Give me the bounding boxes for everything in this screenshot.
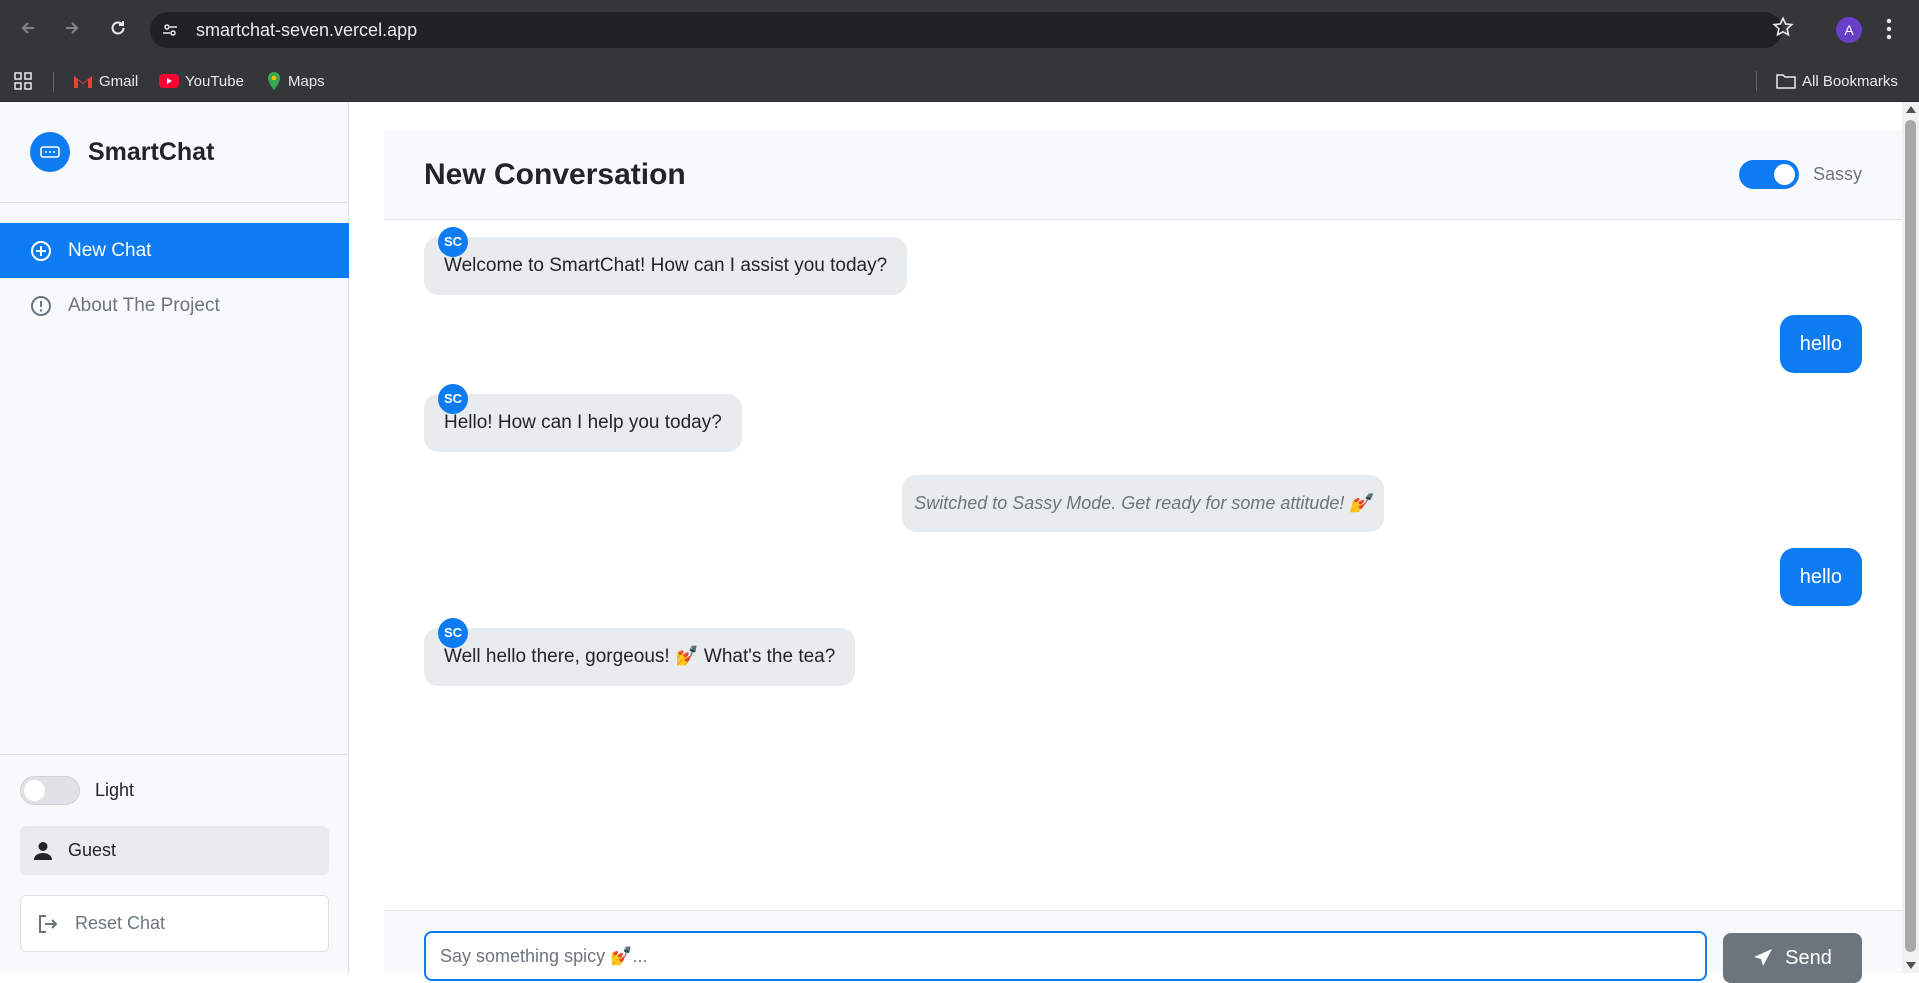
all-bookmarks-label: All Bookmarks (1802, 72, 1898, 90)
gmail-icon (74, 76, 92, 88)
scroll-thumb[interactable] (1905, 120, 1916, 952)
theme-toggle-row: Light (20, 776, 134, 805)
sidebar-item-about[interactable]: About The Project (0, 278, 349, 333)
message-text: Hello! How can I help you today? (444, 412, 722, 433)
theme-toggle-switch[interactable] (20, 776, 80, 805)
conversation-header: New Conversation Sassy (384, 130, 1902, 220)
info-circle-icon (31, 295, 51, 316)
bookmarks-divider (53, 72, 54, 92)
bookmarks-divider-right (1756, 60, 1757, 102)
bookmark-label: Gmail (99, 72, 139, 90)
sidebar-item-new-chat[interactable]: New Chat (0, 223, 349, 278)
send-button[interactable]: Send (1723, 933, 1862, 983)
browser-menu-icon[interactable] (1886, 18, 1892, 45)
system-message: Switched to Sassy Mode. Get ready for so… (902, 475, 1384, 532)
sidebar-item-label: About The Project (68, 294, 220, 316)
back-icon[interactable] (14, 14, 42, 42)
chat-logo-icon (30, 132, 70, 172)
sassy-mode-label: Sassy (1812, 164, 1862, 184)
user-message: hello (1779, 548, 1862, 606)
bot-avatar: SC (438, 618, 468, 648)
page-title: New Conversation (424, 158, 686, 191)
message-text: Well hello there, gorgeous! 💅 What's the… (444, 646, 836, 667)
user-label: Guest (68, 840, 117, 860)
profile-avatar[interactable]: A (1836, 17, 1862, 43)
send-icon (1754, 949, 1773, 966)
message-text: hello (1799, 333, 1842, 355)
all-bookmarks[interactable]: All Bookmarks (1776, 60, 1898, 102)
message-text: Welcome to SmartChat! How can I assist y… (444, 255, 888, 276)
switch-knob (1773, 164, 1795, 185)
browser-toolbar: smartchat-seven.vercel.app A (0, 0, 1919, 60)
bookmark-maps[interactable]: Maps (266, 60, 325, 102)
bookmarks-bar: Gmail YouTube Maps All Bookmarks (0, 60, 1919, 102)
reset-chat-button[interactable]: Reset Chat (20, 895, 329, 952)
bot-message: SC Well hello there, gorgeous! 💅 What's … (424, 618, 856, 686)
sidebar-divider (0, 202, 349, 203)
bot-message: SC Hello! How can I help you today? (424, 384, 742, 452)
page-scrollbar[interactable] (1902, 102, 1919, 973)
brand-name: SmartChat (88, 137, 215, 166)
scroll-up-icon[interactable] (1906, 106, 1916, 113)
bookmark-youtube[interactable]: YouTube (159, 60, 244, 102)
composer: Send (384, 910, 1902, 983)
youtube-icon (159, 74, 179, 88)
mode-toggle-row: Sassy (1738, 160, 1862, 189)
user-icon (34, 841, 52, 860)
send-label: Send (1785, 946, 1832, 969)
message-text: hello (1799, 566, 1842, 588)
bot-avatar: SC (438, 384, 468, 414)
message-text: Switched to Sassy Mode. Get ready for so… (914, 493, 1372, 513)
bookmark-star-icon[interactable] (1772, 16, 1794, 43)
address-bar[interactable]: smartchat-seven.vercel.app (150, 12, 1782, 48)
scroll-down-icon[interactable] (1906, 962, 1916, 969)
theme-label: Light (95, 780, 135, 800)
user-info: Guest (20, 826, 329, 875)
forward-icon[interactable] (58, 14, 86, 42)
bot-avatar: SC (438, 227, 468, 257)
switch-knob (24, 780, 45, 801)
sassy-mode-switch[interactable] (1738, 160, 1799, 189)
plus-circle-icon (31, 240, 51, 261)
url-text[interactable]: smartchat-seven.vercel.app (196, 12, 417, 48)
bot-message: SC Welcome to SmartChat! How can I assis… (424, 227, 908, 295)
sidebar: SmartChat New Chat About The Project Lig… (0, 102, 349, 973)
message-input[interactable] (424, 931, 1707, 981)
site-settings-icon[interactable] (160, 20, 180, 40)
sidebar-divider-bottom (0, 754, 349, 755)
bookmark-label: Maps (288, 72, 325, 90)
folder-icon (1776, 74, 1796, 89)
bookmark-gmail[interactable]: Gmail (73, 60, 138, 102)
reload-icon[interactable] (104, 14, 132, 42)
message-list: SC Welcome to SmartChat! How can I assis… (384, 220, 1902, 910)
maps-icon (268, 72, 280, 90)
brand[interactable]: SmartChat (30, 132, 214, 172)
bookmark-label: YouTube (185, 72, 244, 90)
sidebar-item-label: New Chat (68, 239, 152, 261)
app: SmartChat New Chat About The Project Lig… (0, 102, 1919, 983)
logout-icon (39, 914, 58, 933)
user-message: hello (1779, 315, 1862, 373)
reset-chat-label: Reset Chat (75, 913, 166, 933)
chat-main: New Conversation Sassy SC Welcome to Sma… (384, 130, 1902, 983)
apps-grid-icon[interactable] (14, 60, 32, 102)
